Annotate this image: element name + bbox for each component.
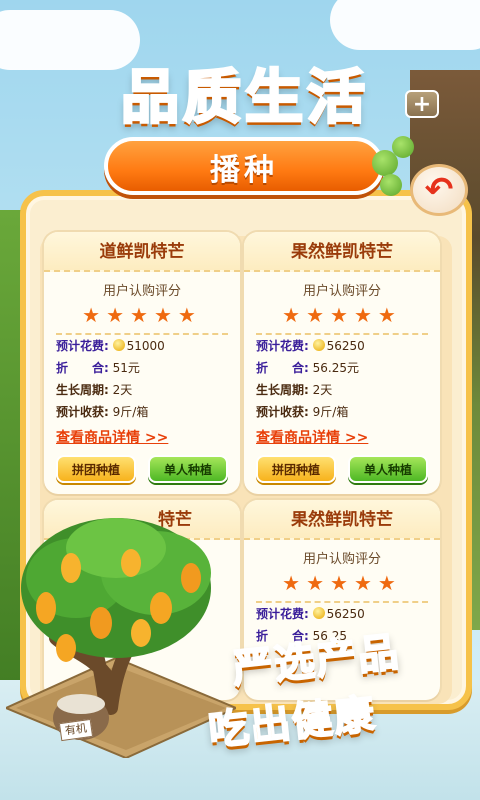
discount-label: 折 合: <box>56 361 109 375</box>
card-buttons: 拼团种植 单人种植 <box>244 447 440 493</box>
cycle-label: 生长周期: <box>56 383 109 397</box>
product-card: 道鲜凯特芒 用户认购评分 ★★★★★ 预计花费: 51000 折 合: 51元 … <box>44 232 240 494</box>
coin-icon <box>112 339 125 351</box>
back-arrow-icon: ↶ <box>424 170 454 210</box>
discount-row: 折 合: 56.25元 <box>244 357 440 379</box>
cost-row: 预计花费: 56250 <box>244 335 440 357</box>
card-buttons: 拼团种植 单人种植 <box>44 447 240 493</box>
cloud <box>330 0 480 50</box>
harvest-value: 9斤/箱 <box>312 405 349 419</box>
tab-sowing-label: 播种 <box>210 153 278 188</box>
cycle-value: 2天 <box>112 383 133 397</box>
rating-stars: ★★★★★ <box>282 303 402 327</box>
card-title: 道鲜凯特芒 <box>44 232 240 272</box>
harvest-row: 预计收获: 9斤/箱 <box>44 401 240 423</box>
single-plant-button[interactable]: 单人种植 <box>148 455 228 483</box>
leaf-icon <box>380 174 402 196</box>
cycle-value: 2天 <box>312 383 333 397</box>
cycle-label: 生长周期: <box>256 383 309 397</box>
rating-stars: ★★★★★ <box>282 571 402 595</box>
cost-value: 56250 <box>326 339 365 353</box>
back-button[interactable]: ↶ <box>410 164 468 216</box>
rating-label: 用户认购评分 <box>302 284 381 299</box>
tab-sowing[interactable]: 播种 <box>104 137 384 195</box>
page-headline: 品质生活 <box>119 62 369 133</box>
cost-row: 预计花费: 56250 <box>244 603 440 625</box>
view-details-link[interactable]: 查看商品详情 >> <box>244 427 440 447</box>
cost-value: 51000 <box>126 339 165 353</box>
group-plant-button[interactable]: 拼团种植 <box>56 455 136 483</box>
discount-value: 51元 <box>112 361 140 375</box>
rating-label: 用户认购评分 <box>302 552 381 567</box>
discount-value: 56.25元 <box>312 361 359 375</box>
discount-label: 折 合: <box>256 361 309 375</box>
cycle-row: 生长周期: 2天 <box>44 379 240 401</box>
harvest-value: 9斤/箱 <box>112 405 149 419</box>
rating-label: 用户认购评分 <box>102 284 181 299</box>
leaf-icon <box>392 136 414 158</box>
coin-icon <box>312 607 325 619</box>
mango-tree-illustration <box>6 518 236 758</box>
group-plant-button[interactable]: 拼团种植 <box>256 455 336 483</box>
cycle-row: 生长周期: 2天 <box>244 379 440 401</box>
card-title: 果然鲜凯特芒 <box>244 500 440 540</box>
harvest-label: 预计收获: <box>56 405 109 419</box>
cost-row: 预计花费: 51000 <box>44 335 240 357</box>
harvest-label: 预计收获: <box>256 405 309 419</box>
view-details-link[interactable]: 查看商品详情 >> <box>44 427 240 447</box>
discount-row: 折 合: 51元 <box>44 357 240 379</box>
card-title: 果然鲜凯特芒 <box>244 232 440 272</box>
add-button[interactable]: + <box>405 90 439 118</box>
rating-stars: ★★★★★ <box>82 303 202 327</box>
single-plant-button[interactable]: 单人种植 <box>348 455 428 483</box>
cost-label: 预计花费: <box>256 339 309 353</box>
cost-label: 预计花费: <box>256 607 309 621</box>
coin-icon <box>312 339 325 351</box>
product-card: 果然鲜凯特芒 用户认购评分 ★★★★★ 预计花费: 56250 折 合: 56.… <box>244 232 440 494</box>
cost-value: 56250 <box>326 607 365 621</box>
cost-label: 预计花费: <box>56 339 109 353</box>
harvest-row: 预计收获: 9斤/箱 <box>244 401 440 423</box>
